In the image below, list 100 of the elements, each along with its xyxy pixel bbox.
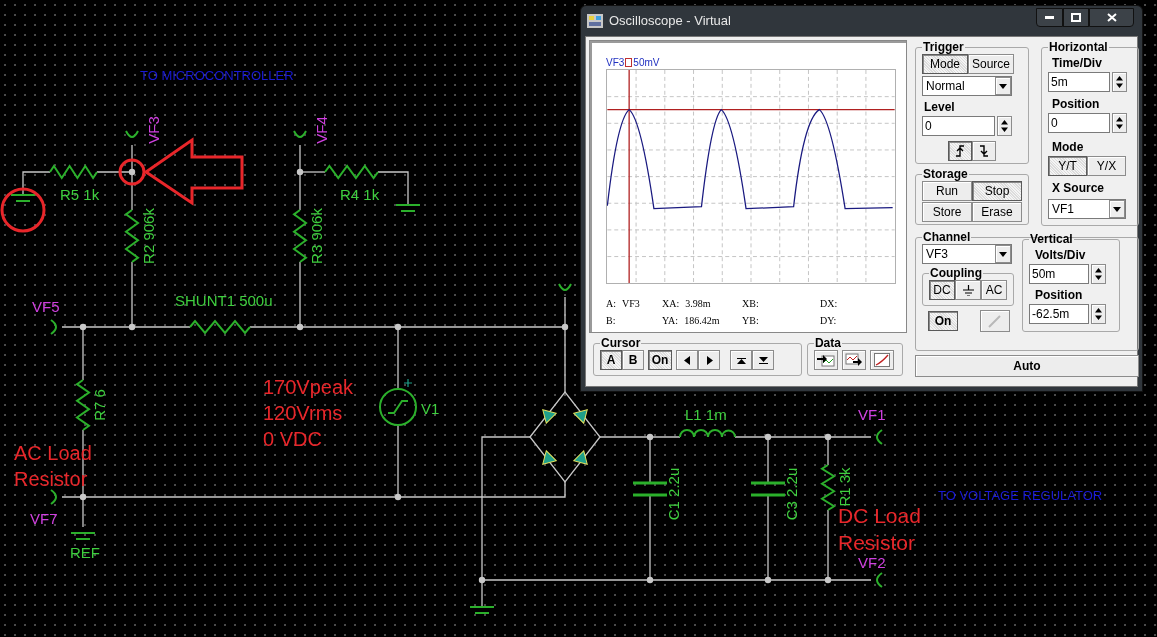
probe-label: VF2 xyxy=(858,554,886,571)
junction-dot xyxy=(478,576,486,584)
probe-symbol xyxy=(876,429,883,445)
display-mode-button[interactable]: Y/X xyxy=(1087,156,1126,176)
cursor-toggle[interactable]: A xyxy=(600,350,622,370)
readout-label: YB: xyxy=(742,314,759,328)
move-up-button[interactable] xyxy=(730,350,752,370)
plus-sign-icon xyxy=(403,378,413,388)
readout-label: YA: xyxy=(662,314,679,328)
coupling-button[interactable] xyxy=(955,280,981,300)
spin-button[interactable] xyxy=(1112,113,1127,133)
auto-button[interactable]: Auto xyxy=(915,355,1139,377)
trigger-edge-button[interactable] xyxy=(972,141,996,161)
annotation-text: TO MICROCONTROLLER xyxy=(140,68,294,83)
junction-dot xyxy=(128,168,136,176)
probe-symbol xyxy=(125,130,139,138)
import-data-button[interactable] xyxy=(841,350,866,370)
up-down-arrows-icon xyxy=(1115,75,1124,89)
spin-button[interactable] xyxy=(1091,304,1106,324)
field-label: Volts/Div xyxy=(1035,247,1087,264)
junction-dot xyxy=(394,323,402,331)
move-left-button[interactable] xyxy=(676,350,698,370)
junction-dot xyxy=(764,576,772,584)
storage-button[interactable]: Stop xyxy=(972,181,1022,201)
close-icon xyxy=(1106,13,1117,22)
group-title: Trigger xyxy=(922,40,965,54)
component-label: V1 xyxy=(421,400,440,417)
probe-label: VF3 xyxy=(144,116,162,144)
curve-icon xyxy=(873,353,890,367)
cursor-handle-icon xyxy=(625,57,633,67)
component-label: SHUNT1 500u xyxy=(175,292,273,309)
spin-button[interactable] xyxy=(997,116,1012,136)
minimize-button[interactable] xyxy=(1036,8,1063,27)
spin-button[interactable] xyxy=(1112,72,1127,92)
component-label: R3 906k xyxy=(307,208,325,264)
storage-button[interactable]: Store xyxy=(922,202,972,222)
maximize-button[interactable] xyxy=(1063,8,1089,27)
cursor-on-button[interactable]: On xyxy=(648,350,672,370)
readout-label: B: xyxy=(606,314,616,328)
ground-symbol xyxy=(70,532,96,540)
junction-dot xyxy=(561,323,569,331)
resistor-symbol xyxy=(49,164,98,180)
readout-value: 186.42m xyxy=(684,314,720,328)
display-mode-button[interactable]: Y/T xyxy=(1048,156,1087,176)
storage-button[interactable]: Run xyxy=(922,181,972,201)
component-label: C3 2.2u xyxy=(782,467,800,521)
coupling-button[interactable]: DC xyxy=(929,280,955,300)
app-icon xyxy=(587,14,603,28)
x-source-dropdown[interactable]: VF1 xyxy=(1048,199,1126,219)
spin-button[interactable] xyxy=(1091,264,1106,284)
junction-dot xyxy=(394,493,402,501)
readout-value: VF3 xyxy=(622,297,640,311)
junction-dot xyxy=(646,576,654,584)
probe-symbol xyxy=(876,572,883,588)
resistor-symbol xyxy=(820,464,836,511)
vertical-position-field[interactable]: -62.5m xyxy=(1029,304,1089,324)
move-left-icon xyxy=(682,355,692,365)
ac-source-symbol xyxy=(379,388,417,426)
move-right-icon xyxy=(704,355,714,365)
cursor-toggle[interactable]: B xyxy=(622,350,644,370)
group-title: Channel xyxy=(922,230,972,244)
junction-dot xyxy=(824,576,832,584)
move-up-icon xyxy=(736,355,746,365)
readout-label: DX: xyxy=(820,297,838,311)
resistor-symbol xyxy=(124,209,140,263)
annotation-text: 170Vpeak 120Vrms 0 VDC xyxy=(263,376,354,450)
horizontal-position-field[interactable]: 0 xyxy=(1048,113,1110,133)
caret-icon xyxy=(1113,206,1121,212)
readout-label: XB: xyxy=(742,297,759,311)
curve-button[interactable] xyxy=(869,350,894,370)
probe-pen-icon xyxy=(987,314,1003,328)
diode-bridge-drawing xyxy=(542,409,588,465)
export-data-button[interactable] xyxy=(813,350,838,370)
close-button[interactable] xyxy=(1089,8,1134,27)
trigger-level-field[interactable]: 0 xyxy=(922,116,995,136)
coupling-button[interactable]: AC xyxy=(981,280,1007,300)
volts-div-field[interactable]: 50m xyxy=(1029,264,1089,284)
trigger-mode-dropdown[interactable]: Normal xyxy=(922,76,1012,96)
component-label: R2 906k xyxy=(139,208,157,264)
time-div-field[interactable]: 5m xyxy=(1048,72,1110,92)
cursor-line[interactable] xyxy=(606,109,896,111)
move-down-button[interactable] xyxy=(752,350,774,370)
channel-on-button[interactable]: On xyxy=(928,311,958,331)
group-title: Coupling xyxy=(929,266,983,280)
trigger-tab[interactable]: Mode xyxy=(922,54,968,74)
capacitor-symbol xyxy=(749,481,787,497)
resistor-symbol xyxy=(292,209,308,263)
channel-dropdown[interactable]: VF3 xyxy=(922,244,1012,264)
readout-label: XA: xyxy=(662,297,680,311)
junction-dot xyxy=(128,323,136,331)
trigger-edge-button[interactable] xyxy=(948,141,972,161)
storage-button[interactable]: Erase xyxy=(972,202,1022,222)
field-label: Mode xyxy=(1052,139,1085,156)
field-label: Position xyxy=(1035,287,1084,304)
chart-arrow-icon xyxy=(844,353,863,367)
trigger-tab[interactable]: Source xyxy=(968,54,1014,74)
group-title: Storage xyxy=(922,167,969,181)
junction-dot xyxy=(79,493,87,501)
move-right-button[interactable] xyxy=(698,350,720,370)
component-label: R4 1k xyxy=(340,186,380,203)
